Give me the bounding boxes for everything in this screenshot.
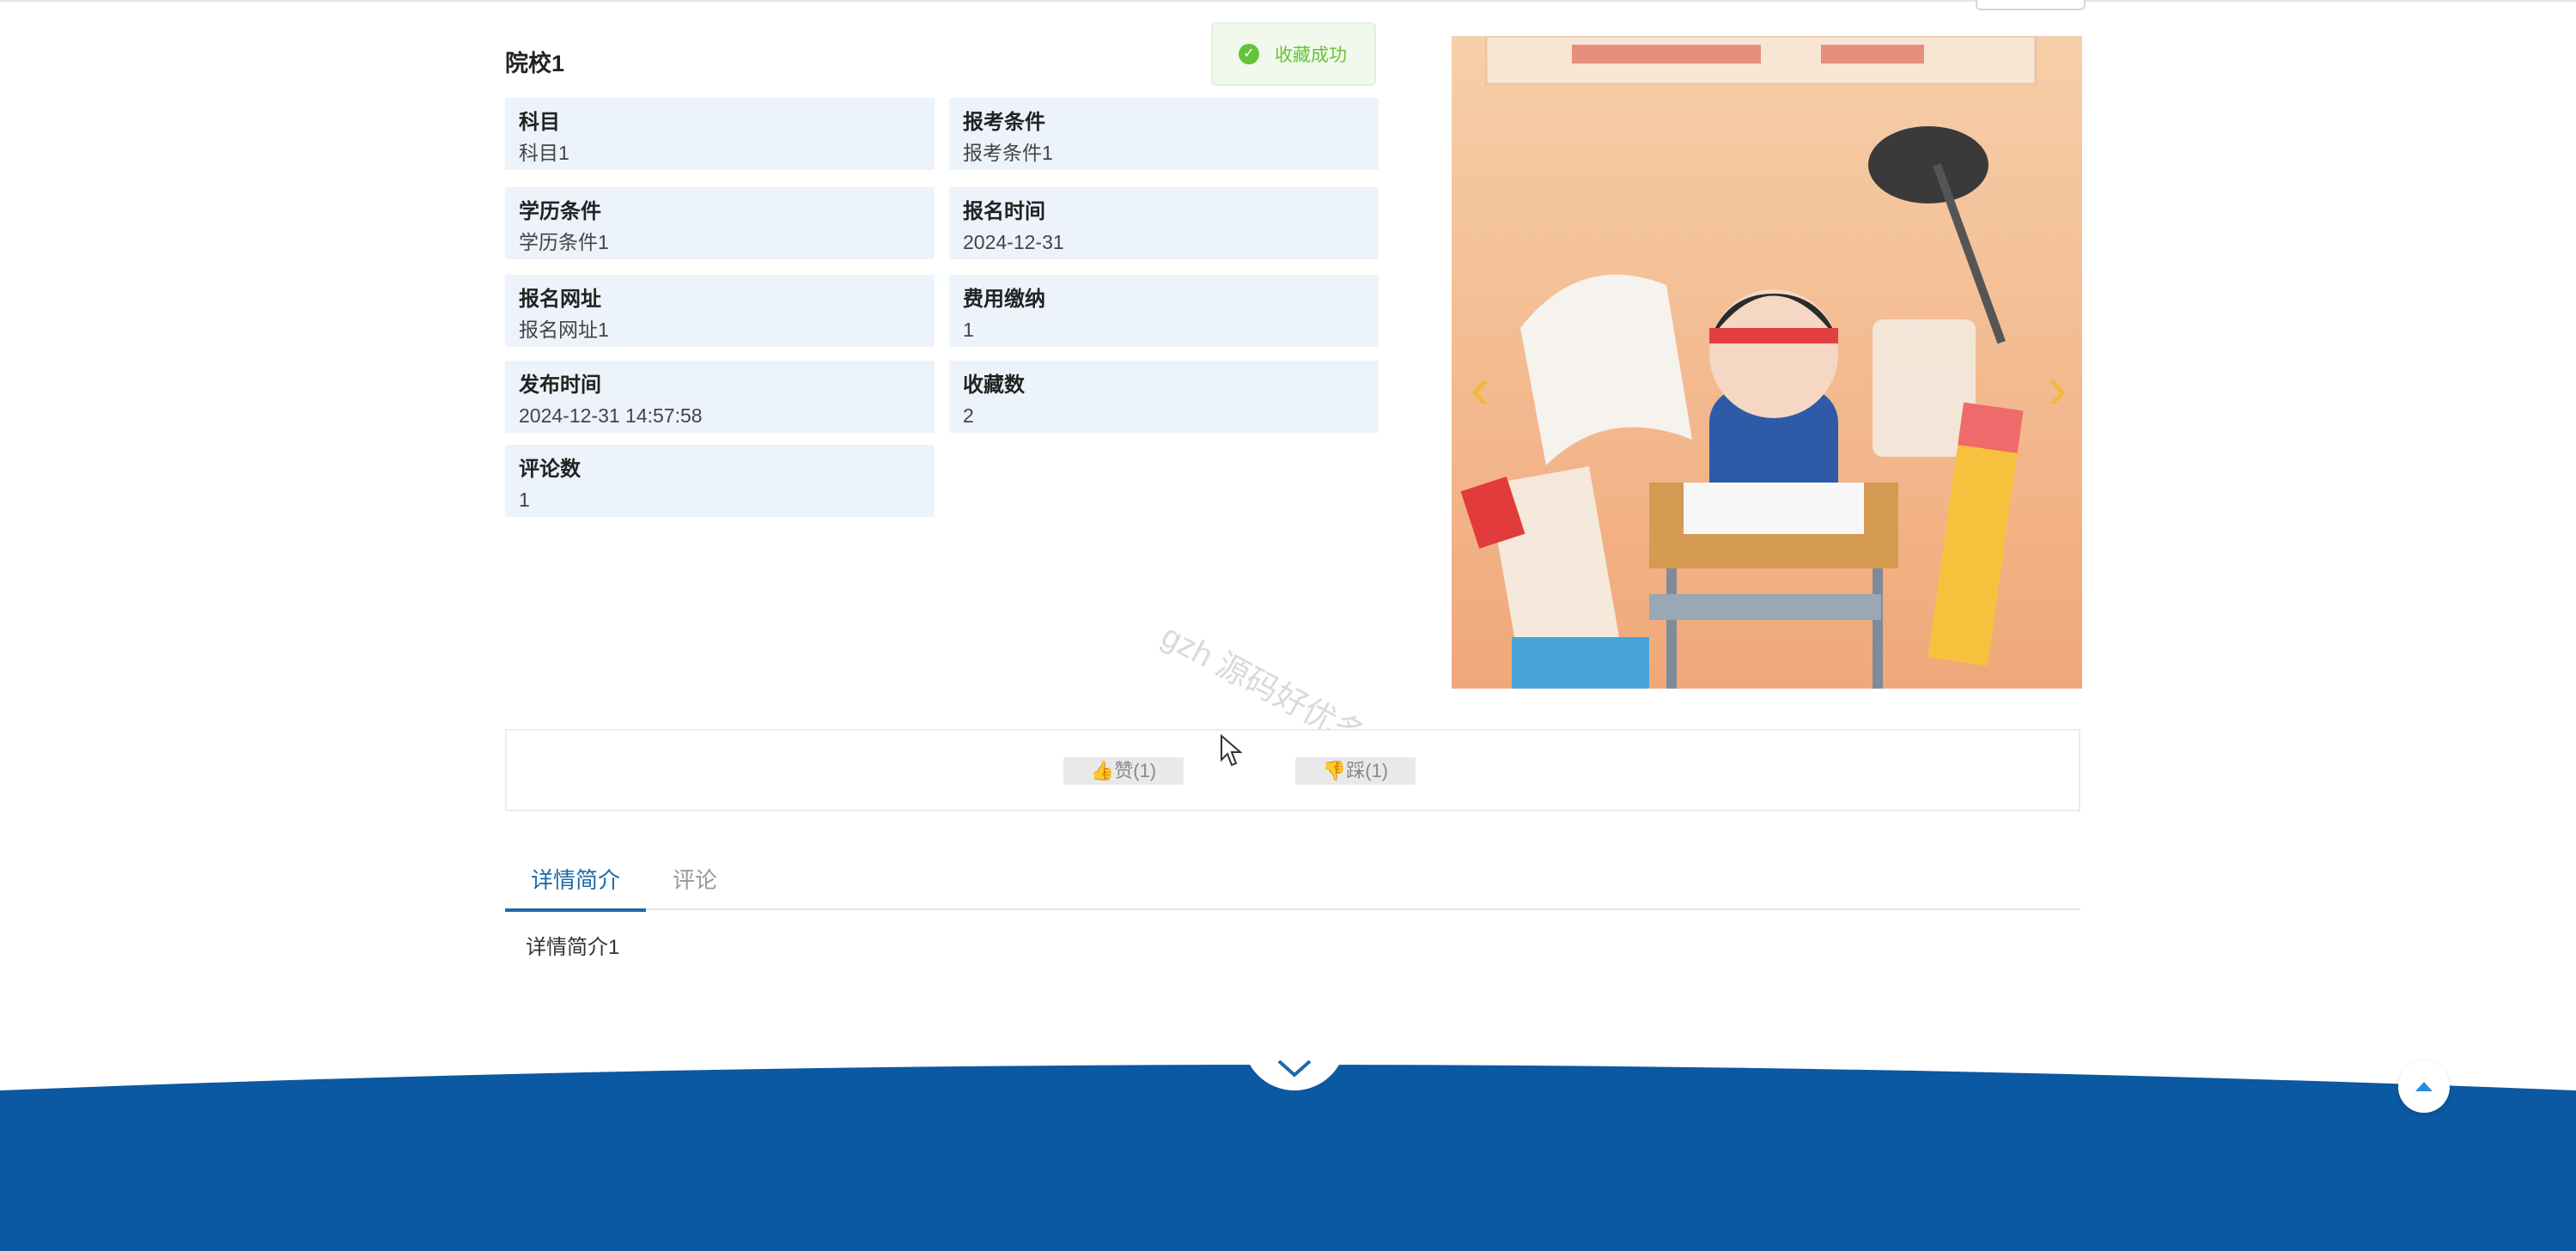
detail-content: 详情简介1 (526, 936, 620, 959)
back-to-top-button[interactable] (2398, 1061, 2450, 1113)
check-circle-icon: ✓ (1239, 44, 1259, 64)
info-label: 报名网址 (519, 288, 601, 311)
info-value: 2 (963, 404, 974, 427)
info-grid: 科目 科目1 报考条件 报考条件1 学历条件 学历条件1 报名时间 2024-1… (505, 98, 1379, 519)
info-value: 1 (963, 319, 974, 341)
header-button-edge[interactable] (1976, 0, 2086, 10)
tab-bar: 详情简介 评论 (505, 859, 2080, 912)
tab-comments[interactable]: 评论 (673, 859, 724, 908)
info-label: 费用缴纳 (963, 288, 1045, 311)
info-cell-education: 学历条件 学历条件1 (505, 187, 935, 259)
info-cell-registration-time: 报名时间 2024-12-31 (949, 187, 1379, 259)
info-value: 2024-12-31 (963, 231, 1064, 253)
carousel-prev-arrow[interactable]: ‹ (1459, 354, 1501, 422)
info-cell-publish-time: 发布时间 2024-12-31 14:57:58 (505, 361, 935, 433)
mouse-cursor-icon (1220, 733, 1243, 773)
info-value: 2024-12-31 14:57:58 (519, 404, 703, 427)
info-value: 报考条件1 (963, 142, 1053, 164)
info-cell-subject: 科目 科目1 (505, 98, 935, 170)
info-cell-requirements: 报考条件 报考条件1 (949, 98, 1379, 170)
info-label: 评论数 (519, 458, 581, 481)
tab-detail-intro[interactable]: 详情简介 (505, 859, 646, 912)
info-label: 学历条件 (519, 200, 601, 223)
carousel-illustration (1452, 36, 2082, 689)
thumbs-down-icon: 👎 (1322, 760, 1347, 781)
info-label: 发布时间 (519, 373, 601, 397)
scroll-down-button[interactable] (1243, 1039, 1346, 1090)
success-toast: ✓ 收藏成功 (1211, 22, 1376, 86)
info-label: 报名时间 (963, 200, 1045, 223)
info-value: 学历条件1 (519, 231, 609, 253)
info-value: 科目1 (519, 142, 569, 164)
chevron-down-icon (1277, 1060, 1312, 1078)
like-button[interactable]: 👍赞(1) (1063, 757, 1184, 785)
info-value: 报名网址1 (519, 319, 609, 341)
info-cell-favorites: 收藏数 2 (949, 361, 1379, 433)
top-divider (0, 0, 2576, 2)
info-cell-fee: 费用缴纳 1 (949, 275, 1379, 347)
dislike-button[interactable]: 👎踩(1) (1295, 757, 1416, 785)
thumbs-up-icon: 👍 (1090, 760, 1115, 781)
toast-message: 收藏成功 (1275, 46, 1347, 65)
caret-up-icon (2415, 1082, 2433, 1091)
image-carousel[interactable]: ‹ › (1452, 36, 2082, 689)
info-cell-comments: 评论数 1 (505, 445, 935, 517)
info-label: 收藏数 (963, 373, 1025, 397)
vote-bar: 👍赞(1) 👎踩(1) (505, 729, 2080, 811)
info-value: 1 (519, 489, 530, 511)
page-title: 院校1 (505, 51, 565, 76)
info-label: 报考条件 (963, 111, 1045, 134)
carousel-next-arrow[interactable]: › (2036, 354, 2079, 422)
info-label: 科目 (519, 111, 560, 134)
info-cell-registration-url: 报名网址 报名网址1 (505, 275, 935, 347)
